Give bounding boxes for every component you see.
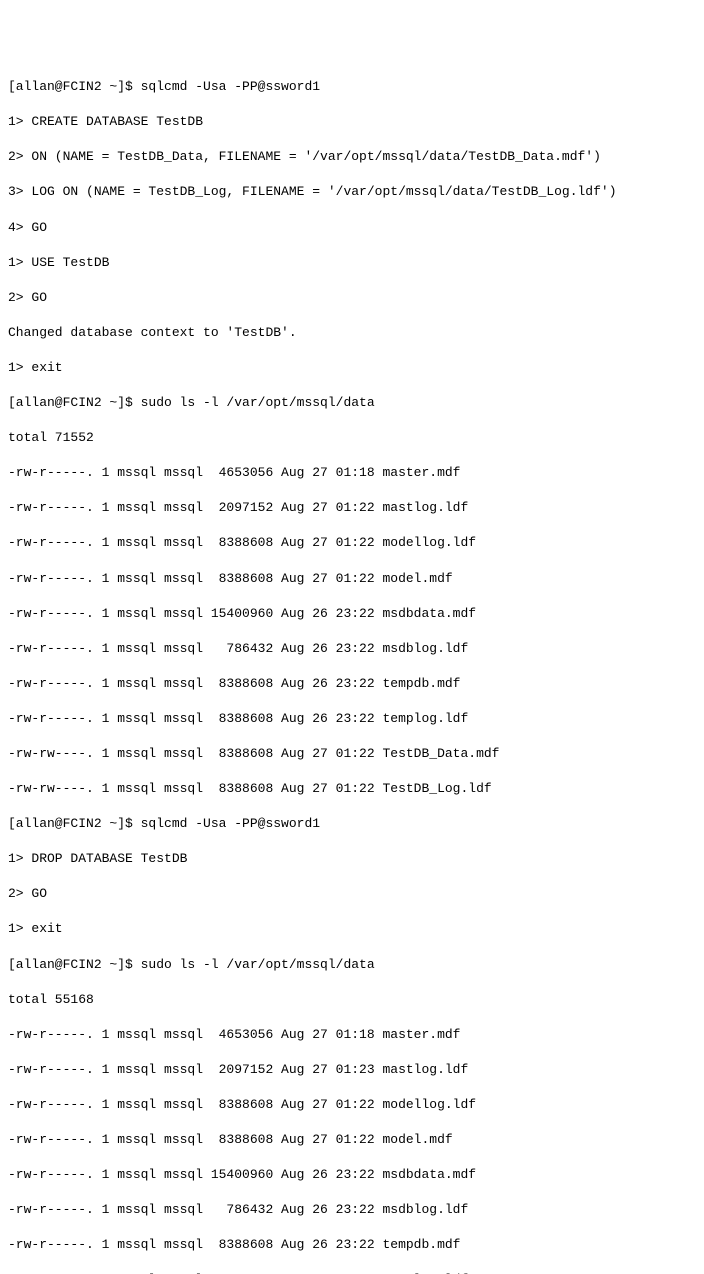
terminal-line: -rw-r-----. 1 mssql mssql 8388608 Aug 26… [8,1271,696,1274]
terminal-line: -rw-r-----. 1 mssql mssql 4653056 Aug 27… [8,464,696,482]
terminal-line: -rw-r-----. 1 mssql mssql 15400960 Aug 2… [8,1166,696,1184]
terminal-line: 4> GO [8,219,696,237]
terminal-line: -rw-r-----. 1 mssql mssql 2097152 Aug 27… [8,1061,696,1079]
terminal-line: 3> LOG ON (NAME = TestDB_Log, FILENAME =… [8,183,696,201]
terminal-line: 1> exit [8,359,696,377]
terminal-line: -rw-r-----. 1 mssql mssql 786432 Aug 26 … [8,1201,696,1219]
terminal-line: 2> GO [8,289,696,307]
terminal-line: -rw-r-----. 1 mssql mssql 2097152 Aug 27… [8,499,696,517]
terminal-line: [allan@FCIN2 ~]$ sudo ls -l /var/opt/mss… [8,956,696,974]
terminal-line: -rw-rw----. 1 mssql mssql 8388608 Aug 27… [8,745,696,763]
terminal-line: total 55168 [8,991,696,1009]
terminal-line: 1> exit [8,920,696,938]
terminal-line: -rw-r-----. 1 mssql mssql 8388608 Aug 27… [8,534,696,552]
terminal-line: [allan@FCIN2 ~]$ sqlcmd -Usa -PP@ssword1 [8,815,696,833]
terminal-line: -rw-rw----. 1 mssql mssql 8388608 Aug 27… [8,780,696,798]
terminal-line: 1> USE TestDB [8,254,696,272]
terminal-line: -rw-r-----. 1 mssql mssql 8388608 Aug 27… [8,570,696,588]
terminal-line: -rw-r-----. 1 mssql mssql 786432 Aug 26 … [8,640,696,658]
terminal-line: [allan@FCIN2 ~]$ sqlcmd -Usa -PP@ssword1 [8,78,696,96]
terminal-line: -rw-r-----. 1 mssql mssql 8388608 Aug 27… [8,1131,696,1149]
terminal-line: Changed database context to 'TestDB'. [8,324,696,342]
terminal-line: -rw-r-----. 1 mssql mssql 8388608 Aug 26… [8,1236,696,1254]
terminal-line: -rw-r-----. 1 mssql mssql 8388608 Aug 27… [8,1096,696,1114]
terminal-line: 1> DROP DATABASE TestDB [8,850,696,868]
terminal-line: [allan@FCIN2 ~]$ sudo ls -l /var/opt/mss… [8,394,696,412]
terminal-line: -rw-r-----. 1 mssql mssql 8388608 Aug 26… [8,675,696,693]
terminal-line: 1> CREATE DATABASE TestDB [8,113,696,131]
terminal-line: -rw-r-----. 1 mssql mssql 8388608 Aug 26… [8,710,696,728]
terminal-line: 2> ON (NAME = TestDB_Data, FILENAME = '/… [8,148,696,166]
terminal-line: total 71552 [8,429,696,447]
terminal-line: -rw-r-----. 1 mssql mssql 15400960 Aug 2… [8,605,696,623]
terminal-line: -rw-r-----. 1 mssql mssql 4653056 Aug 27… [8,1026,696,1044]
terminal-line: 2> GO [8,885,696,903]
